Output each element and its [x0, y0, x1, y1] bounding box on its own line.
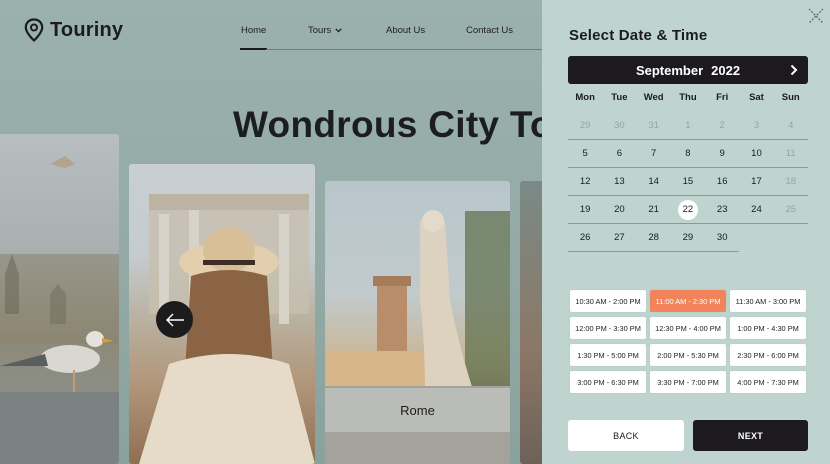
calendar-day[interactable]: 13 — [602, 168, 636, 195]
calendar-day: 30 — [614, 120, 625, 131]
calendar-day[interactable]: 21 — [637, 196, 671, 223]
time-slot-button[interactable]: 2:30 PM - 6:00 PM — [730, 344, 806, 366]
calendar-day[interactable]: 17 — [739, 168, 773, 195]
calendar-day[interactable]: 9 — [705, 140, 739, 167]
nav-tours[interactable]: Tours — [308, 25, 342, 36]
calendar-day[interactable]: 8 — [671, 140, 705, 167]
hero-title: Wondrous City To — [233, 104, 553, 145]
back-button[interactable]: BACK — [568, 420, 684, 451]
calendar-day: 4 — [788, 120, 794, 131]
time-slot-button-selected[interactable]: 11:00 AM - 2:30 PM — [650, 290, 726, 312]
calendar-week: 26 27 28 29 30 — [568, 224, 740, 252]
calendar-day[interactable]: 29 — [671, 224, 705, 251]
calendar-week: 5 6 7 8 9 10 11 — [568, 140, 808, 168]
calendar-day[interactable]: 14 — [637, 168, 671, 195]
nav-contact[interactable]: Contact Us — [466, 25, 513, 36]
nav-home[interactable]: Home — [241, 25, 266, 36]
calendar-day: 18 — [785, 176, 797, 187]
calendar-day[interactable]: 27 — [602, 224, 636, 251]
time-slot-button[interactable]: 4:00 PM - 7:30 PM — [730, 371, 806, 393]
time-slot-button[interactable]: 12:00 PM - 3:30 PM — [570, 317, 646, 339]
calendar-day[interactable]: 30 — [705, 224, 739, 251]
calendar-day[interactable]: 7 — [637, 140, 671, 167]
calendar-day-selected[interactable]: 22 — [671, 196, 705, 223]
calendar-day: 3 — [753, 120, 760, 131]
calendar-day[interactable]: 23 — [705, 196, 739, 223]
calendar-day[interactable]: 19 — [568, 196, 602, 223]
calendar-week: 29 30 31 1 2 3 4 — [568, 112, 808, 140]
calendar-header: September 2022 — [568, 56, 808, 84]
calendar-day[interactable]: 15 — [671, 168, 705, 195]
selected-day-label: 22 — [677, 200, 698, 220]
calendar-week: 19 20 21 22 23 24 25 — [568, 196, 808, 224]
time-slot-button[interactable]: 10:30 AM - 2:00 PM — [570, 290, 646, 312]
calendar-day[interactable]: 28 — [637, 224, 671, 251]
calendar-day: 31 — [648, 120, 659, 131]
calendar-day[interactable]: 24 — [739, 196, 773, 223]
close-icon[interactable] — [808, 8, 824, 24]
prev-slide-button[interactable] — [156, 301, 193, 338]
calendar-day[interactable]: 20 — [602, 196, 636, 223]
calendar-day: 1 — [685, 120, 691, 131]
time-slot-grid: 10:30 AM - 2:00 PM 11:00 AM - 2:30 PM 11… — [570, 290, 807, 393]
calendar-day: 11 — [785, 148, 796, 159]
weekday-header: Mon Tue Wed Thu Fri Sat Sun — [568, 88, 808, 108]
calendar-day: 25 — [785, 204, 797, 215]
nav-active-underline — [240, 48, 267, 50]
time-slot-button[interactable]: 1:00 PM - 4:30 PM — [730, 317, 806, 339]
calendar-week: 12 13 14 15 16 17 18 — [568, 168, 808, 196]
chevron-down-icon — [335, 28, 342, 33]
time-slot-button[interactable]: 11:30 AM - 3:00 PM — [730, 290, 806, 312]
weekday-label: Wed — [643, 92, 664, 103]
time-slot-button[interactable]: 12:30 PM - 4:00 PM — [650, 317, 726, 339]
calendar-day[interactable]: 10 — [739, 140, 773, 167]
calendar-day[interactable]: 26 — [568, 224, 602, 251]
calendar-day[interactable]: 12 — [568, 168, 602, 195]
weekday-label: Mon — [575, 92, 595, 103]
weekday-label: Tue — [611, 92, 628, 103]
nav-divider — [266, 49, 556, 50]
weekday-label: Fri — [716, 92, 729, 103]
calendar-day: 29 — [579, 120, 591, 131]
panel-title: Select Date & Time — [569, 27, 708, 44]
calendar-day[interactable]: 16 — [705, 168, 739, 195]
nav-tours-label: Tours — [308, 25, 332, 36]
nav-about[interactable]: About Us — [386, 25, 425, 36]
calendar-year: 2022 — [711, 62, 741, 78]
calendar-month: September — [635, 62, 704, 78]
next-button[interactable]: NEXT — [693, 420, 808, 451]
time-slot-button[interactable]: 1:30 PM - 5:00 PM — [570, 344, 646, 366]
chevron-right-icon[interactable] — [788, 63, 800, 77]
weekday-label: Sat — [749, 92, 764, 103]
booking-panel: Select Date & Time September 2022 Mon Tu… — [542, 0, 830, 464]
calendar-day: 2 — [719, 120, 725, 131]
time-slot-button[interactable]: 3:30 PM - 7:00 PM — [650, 371, 726, 393]
tour-card-image[interactable] — [0, 134, 119, 464]
weekday-label: Thu — [679, 92, 697, 103]
calendar-day[interactable]: 5 — [568, 140, 602, 167]
calendar-grid: 29 30 31 1 2 3 4 5 6 7 8 9 10 11 12 13 1… — [568, 112, 808, 252]
weekday-label: Sun — [781, 92, 800, 103]
seagull-photo — [0, 156, 119, 464]
time-slot-button[interactable]: 3:00 PM - 6:30 PM — [570, 371, 646, 393]
calendar-day[interactable]: 6 — [602, 140, 636, 167]
time-slot-button[interactable]: 2:00 PM - 5:30 PM — [650, 344, 726, 366]
main-nav: Home Tours About Us Contact Us — [0, 25, 560, 45]
arrow-left-icon — [165, 313, 184, 326]
tour-card-label[interactable]: Rome — [325, 388, 510, 432]
